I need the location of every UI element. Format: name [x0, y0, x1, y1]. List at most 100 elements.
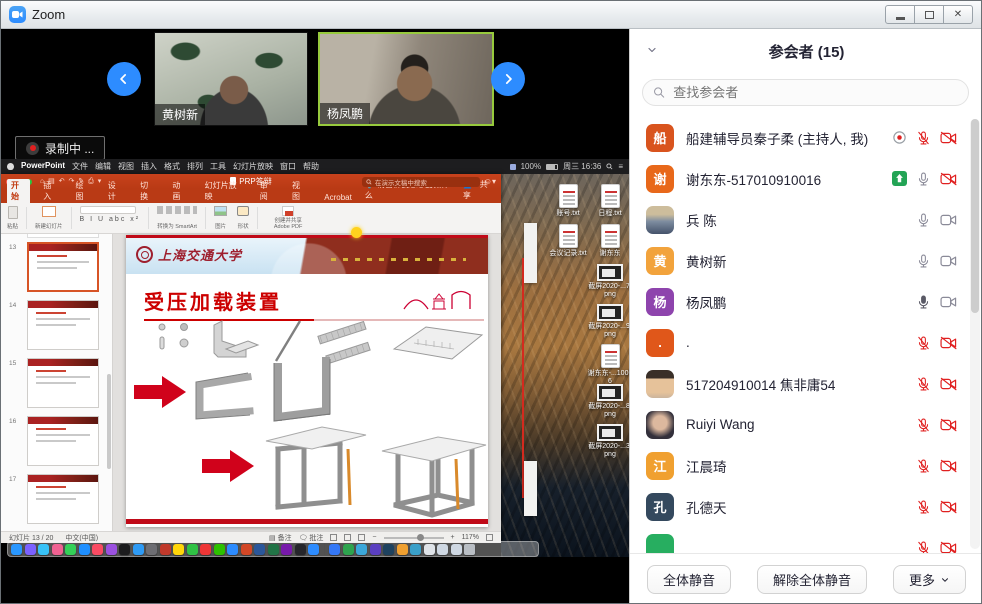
dock-icon-chrome[interactable] [343, 544, 354, 555]
dock-icon-onenote[interactable] [281, 544, 292, 555]
dock-icon-powerpoint[interactable] [241, 544, 252, 555]
menu-item[interactable]: 视图 [118, 161, 134, 172]
ribbon-tab-幻灯片放映[interactable]: 幻灯片放映 [201, 179, 247, 203]
menu-item[interactable]: 工具 [210, 161, 226, 172]
adobe-pdf-group[interactable]: 创建并共享 Adobe PDF [264, 205, 312, 231]
font-group[interactable]: B I U abc x² [78, 205, 143, 231]
dock-icon-dark-app[interactable] [295, 544, 306, 555]
desktop-file[interactable]: 截屏2020-...7.png [587, 264, 629, 300]
ribbon-tab-审阅[interactable]: 审阅 [256, 179, 279, 203]
dock-icon-firefox[interactable] [356, 544, 367, 555]
collapse-panel-icon[interactable] [646, 43, 658, 61]
mic-status-icon[interactable] [916, 499, 931, 515]
camera-status-icon[interactable] [940, 336, 957, 350]
ribbon-tab-设计[interactable]: 设计 [104, 179, 127, 203]
mic-status-icon[interactable] [916, 376, 931, 392]
ribbon-tab-视图[interactable]: 视图 [288, 179, 311, 203]
participant-search[interactable] [642, 79, 969, 106]
dock-icon-music[interactable] [92, 544, 103, 555]
zoom-out-icon[interactable]: − [372, 534, 376, 541]
menu-item[interactable]: 帮助 [303, 161, 319, 172]
zoom-in-icon[interactable]: + [451, 534, 455, 541]
dock-icon-folder-2[interactable] [451, 544, 462, 555]
ribbon-tab-绘图[interactable]: 绘图 [72, 179, 95, 203]
dock-icon-podcasts[interactable] [106, 544, 117, 555]
dock-icon-camera[interactable] [146, 544, 157, 555]
unmute-all-button[interactable]: 解除全体静音 [757, 565, 867, 594]
dock-icon-siri[interactable] [25, 544, 36, 555]
control-center-icon[interactable]: ≡ [618, 162, 623, 171]
slide-thumbnail-16[interactable] [27, 416, 99, 466]
dock-icon-books[interactable] [160, 544, 171, 555]
participant-row[interactable]: 517204910014 焦非庸54 [630, 363, 982, 404]
participant-row[interactable]: 杨 杨凤鹏 [630, 281, 982, 322]
participant-row[interactable] [630, 527, 982, 553]
dock-icon-ide[interactable] [383, 544, 394, 555]
zoom-percent[interactable]: 117% [462, 534, 479, 541]
participant-row[interactable]: 谢 谢东东-517010910016 [630, 158, 982, 199]
dock-icon-facetime[interactable] [187, 544, 198, 555]
participants-scrollbar[interactable] [970, 119, 980, 549]
camera-status-icon[interactable] [940, 418, 957, 432]
dock-icon-finder[interactable] [11, 544, 22, 555]
menu-item[interactable]: 插入 [141, 161, 157, 172]
participant-row[interactable]: 孔 孔德天 [630, 486, 982, 527]
shapes-group[interactable]: 形状 [235, 205, 251, 231]
menu-item[interactable]: 排列 [187, 161, 203, 172]
dock-icon-qq[interactable] [200, 544, 211, 555]
slide-thumbnail-17[interactable] [27, 474, 99, 524]
menu-item[interactable]: 幻灯片放映 [233, 161, 273, 172]
slide-thumbnails-panel[interactable]: 1314151617 [1, 234, 113, 531]
dock-icon-mail[interactable] [79, 544, 90, 555]
camera-status-icon[interactable] [940, 295, 957, 309]
normal-view-icon[interactable] [330, 534, 337, 541]
participant-row[interactable]: 黄 黄树新 [630, 240, 982, 281]
menu-item[interactable]: PowerPoint [21, 161, 65, 172]
menu-item[interactable]: 格式 [164, 161, 180, 172]
ribbon-tab-Acrobat[interactable]: Acrobat [320, 192, 356, 203]
mic-status-icon[interactable] [916, 212, 931, 228]
menu-item[interactable]: 文件 [72, 161, 88, 172]
desktop-file[interactable]: 截屏2020-...3.png [587, 424, 629, 460]
camera-status-icon[interactable] [940, 213, 957, 227]
mic-status-icon[interactable] [916, 335, 931, 351]
dock-icon-folder-1[interactable] [437, 544, 448, 555]
feedback-smiley-icon[interactable]: ☺▾ [484, 177, 496, 186]
dock-icon-maps[interactable] [65, 544, 76, 555]
mic-status-icon[interactable] [916, 294, 931, 310]
dock-icon-trash[interactable] [464, 544, 475, 555]
camera-status-icon[interactable] [940, 172, 957, 186]
slideshow-icon[interactable] [358, 534, 365, 541]
desktop-file[interactable]: 谢东东-...10016 [587, 344, 629, 387]
dock-icon-photos[interactable] [52, 544, 63, 555]
desktop-file[interactable]: 截屏2020-...9.png [587, 304, 629, 340]
more-button[interactable]: 更多 [893, 565, 966, 594]
camera-status-icon[interactable] [940, 377, 957, 391]
participant-row[interactable]: . . [630, 322, 982, 363]
camera-status-icon[interactable] [940, 131, 957, 145]
ppt-search-box[interactable]: 在演示文稿中搜索 [362, 177, 480, 187]
maximize-button[interactable] [914, 5, 944, 24]
insert-picture-group[interactable]: 图片 [212, 205, 229, 231]
zoom-slider[interactable] [384, 537, 444, 539]
dock-icon-wechat[interactable] [214, 544, 225, 555]
mic-status-icon[interactable] [916, 540, 931, 554]
ribbon-tab-动画[interactable]: 动画 [168, 179, 191, 203]
mic-status-icon[interactable] [916, 458, 931, 474]
minimize-button[interactable] [885, 5, 915, 24]
ribbon-tab-切换[interactable]: 切换 [136, 179, 159, 203]
desktop-file[interactable]: 会议记录.txt [545, 224, 591, 258]
paste-group[interactable]: 粘贴 [5, 205, 20, 231]
camera-status-icon[interactable] [940, 254, 957, 268]
prev-videos-button[interactable] [107, 62, 141, 96]
desktop-file[interactable]: 日程.txt [587, 184, 629, 218]
dock-icon-keynote[interactable] [227, 544, 238, 555]
desktop-file[interactable]: 谢东东 [587, 224, 629, 258]
fit-slide-icon[interactable] [486, 534, 493, 541]
participant-row[interactable]: Ruiyi Wang [630, 404, 982, 445]
mute-all-button[interactable]: 全体静音 [647, 565, 731, 594]
dock-icon-notes[interactable] [173, 544, 184, 555]
dock-icon-appstore[interactable] [133, 544, 144, 555]
menu-item[interactable]: 编辑 [95, 161, 111, 172]
menu-item[interactable]: 窗口 [280, 161, 296, 172]
